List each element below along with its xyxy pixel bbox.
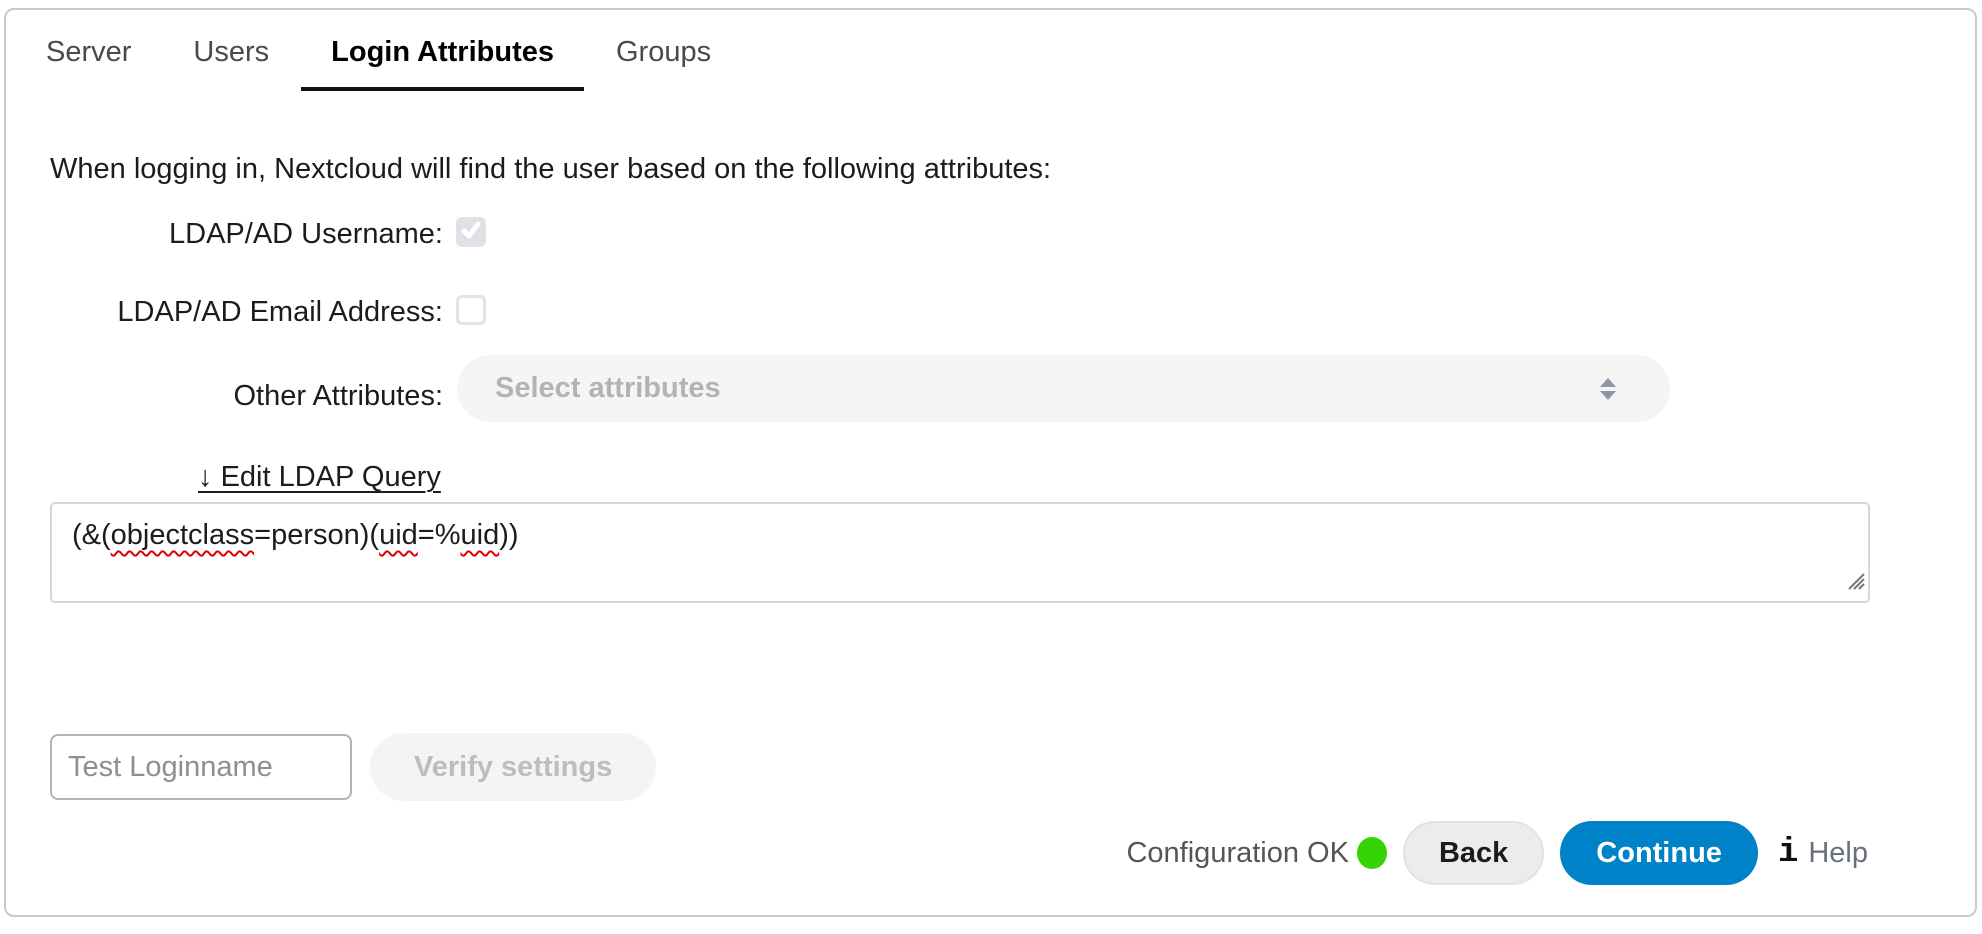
tab-server[interactable]: Server <box>16 26 161 91</box>
help-link[interactable]: Help <box>1808 837 1868 870</box>
ldap-query-text: (&(objectclass=person)(uid=%uid)) <box>72 519 1848 552</box>
other-attributes-select[interactable]: Select attributes <box>457 355 1670 422</box>
tab-login-attributes[interactable]: Login Attributes <box>301 26 584 91</box>
tab-users[interactable]: Users <box>163 26 299 91</box>
select-placeholder: Select attributes <box>495 372 721 405</box>
configuration-status-text: Configuration OK <box>1126 837 1348 870</box>
wizard-footer: Configuration OK Back Continue i Help <box>1126 820 1868 886</box>
username-attribute-label: LDAP/AD Username: <box>6 217 443 251</box>
verify-settings-button[interactable]: Verify settings <box>370 733 656 801</box>
continue-button[interactable]: Continue <box>1560 821 1758 885</box>
edit-ldap-query-link[interactable]: ↓ Edit LDAP Query <box>198 461 441 494</box>
tab-groups[interactable]: Groups <box>586 26 741 91</box>
edit-ldap-query-label: Edit LDAP Query <box>221 461 441 493</box>
down-arrow-icon: ↓ <box>198 461 213 493</box>
other-attributes-label: Other Attributes: <box>6 379 443 413</box>
ldap-wizard-panel: Server Users Login Attributes Groups Whe… <box>4 8 1977 917</box>
test-loginname-input[interactable] <box>50 734 352 800</box>
intro-text: When logging in, Nextcloud will find the… <box>50 153 1051 186</box>
select-updown-icon <box>1600 378 1616 400</box>
status-ok-led-icon <box>1357 837 1387 869</box>
resize-grip-icon[interactable] <box>1843 565 1865 598</box>
ldap-query-textarea[interactable]: (&(objectclass=person)(uid=%uid)) <box>50 502 1870 603</box>
username-attribute-checkbox[interactable] <box>456 217 486 247</box>
email-attribute-checkbox[interactable] <box>456 295 486 325</box>
checkmark-icon <box>460 219 482 246</box>
back-button[interactable]: Back <box>1403 821 1544 885</box>
tab-bar: Server Users Login Attributes Groups <box>16 26 741 91</box>
email-attribute-label: LDAP/AD Email Address: <box>6 295 443 329</box>
info-icon: i <box>1778 834 1798 872</box>
